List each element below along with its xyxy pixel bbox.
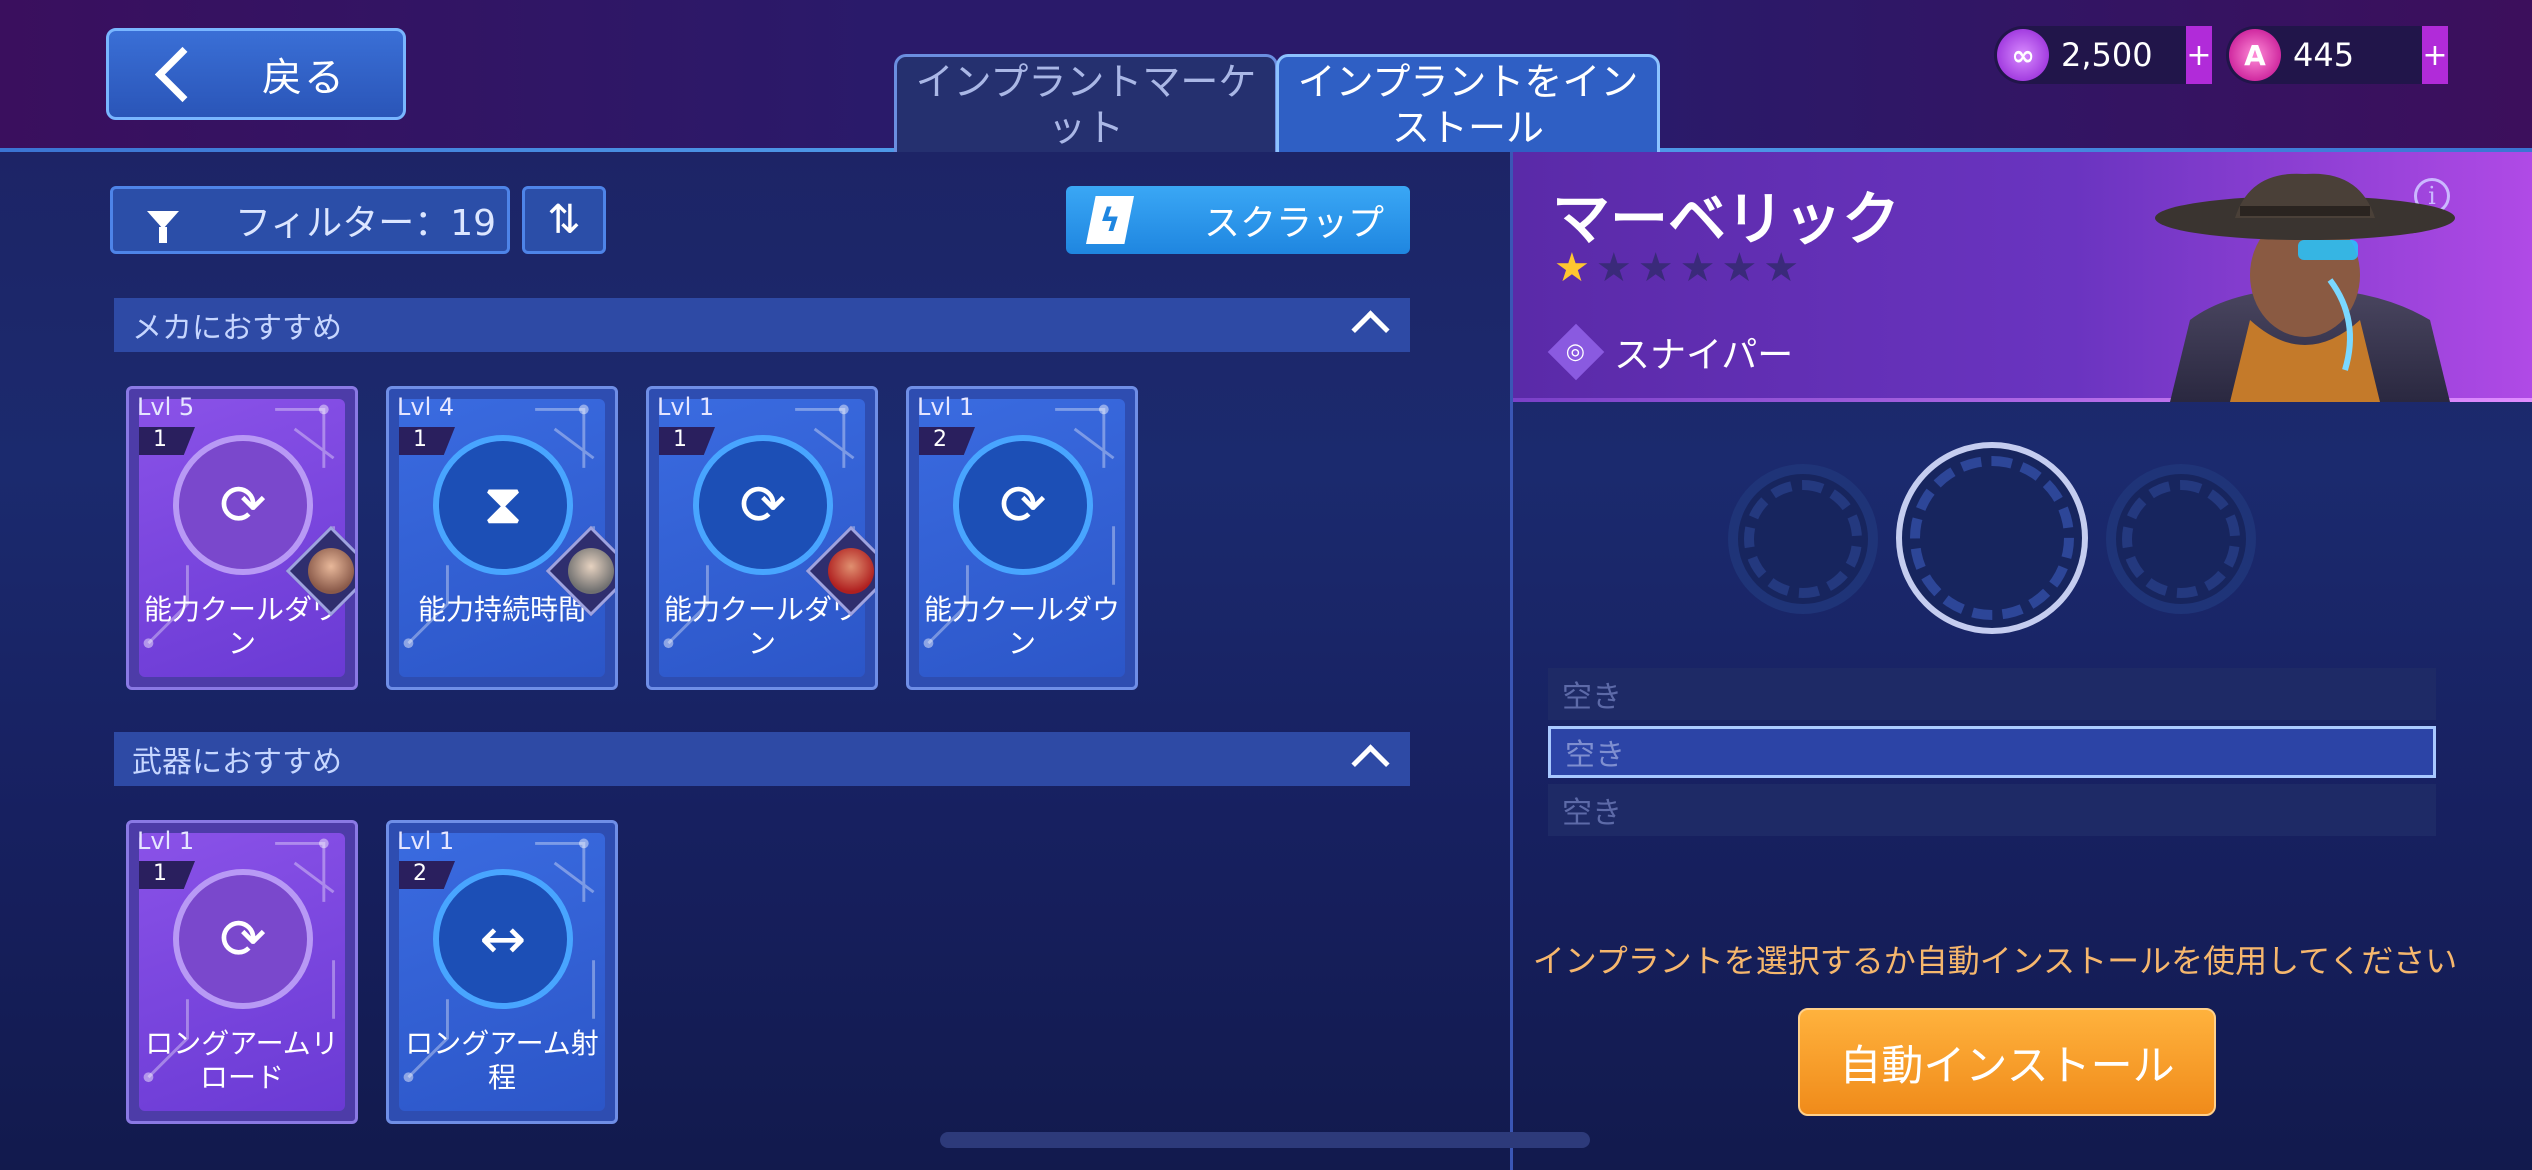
- star-empty-icon: ★: [1595, 245, 1632, 291]
- card-name: ロングアーム射程: [405, 1027, 599, 1094]
- back-label: 戻る: [262, 55, 346, 101]
- star-empty-icon: ★: [1763, 245, 1800, 291]
- role-label: スナイパー: [1614, 335, 1794, 376]
- card-level: Lvl 1: [397, 827, 455, 855]
- sniper-role-icon: ◎: [1547, 323, 1605, 381]
- star-empty-icon: ★: [1679, 245, 1716, 291]
- implant-emblem-icon: ↔: [433, 869, 573, 1009]
- implant-emblem-icon: ⧗: [433, 435, 573, 575]
- implant-emblem-icon: ⟳: [693, 435, 833, 575]
- a-token-icon: A: [2229, 29, 2281, 81]
- filter-icon: [147, 211, 179, 243]
- card-name: 能力クールダウン: [923, 593, 1120, 660]
- tab-install-implant[interactable]: インプラントをインストール: [1276, 54, 1660, 152]
- section-header-mech[interactable]: メカにおすすめ: [114, 298, 1410, 352]
- horizontal-scrollbar[interactable]: [940, 1132, 1590, 1148]
- add-link-coins-button[interactable]: +: [2186, 26, 2212, 84]
- section-title: メカにおすすめ: [132, 311, 342, 346]
- install-hint: インプラントを選択するか自動インストールを使用してください: [1532, 942, 2458, 980]
- card-level: Lvl 4: [397, 393, 455, 421]
- chevron-left-icon: [154, 46, 211, 102]
- card-level: Lvl 1: [917, 393, 975, 421]
- scrap-icon: ϟ: [1086, 196, 1134, 244]
- implant-emblem-icon: ⟳: [173, 435, 313, 575]
- scrap-label: スクラップ: [1204, 203, 1385, 244]
- implant-card[interactable]: Lvl 5 1 ⟳ 能力クールダウン: [126, 386, 358, 690]
- hero-role: ◎ スナイパー: [1547, 323, 1794, 381]
- filter-label: フィルター：19: [235, 203, 497, 244]
- slot-row-2[interactable]: 空き: [1548, 726, 2436, 778]
- filter-button[interactable]: フィルター：19: [110, 186, 510, 254]
- auto-install-button[interactable]: 自動インストール: [1798, 1008, 2216, 1116]
- chevron-up-icon: [1351, 310, 1390, 349]
- currency-link-coins: ∞ 2,500 +: [1994, 26, 2212, 84]
- section-header-weapon[interactable]: 武器におすすめ: [114, 732, 1410, 786]
- tab-implant-market[interactable]: インプラントマーケット: [894, 54, 1278, 152]
- card-level: Lvl 1: [657, 393, 715, 421]
- sort-button[interactable]: ⇅: [522, 186, 606, 254]
- implant-card[interactable]: Lvl 4 1 ⧗ 能力持続時間: [386, 386, 618, 690]
- star-empty-icon: ★: [1637, 245, 1674, 291]
- implant-card[interactable]: Lvl 1 1 ⟳ 能力クールダウン: [646, 386, 878, 690]
- implant-card[interactable]: Lvl 1 1 ⟳ ロングアームリロード: [126, 820, 358, 1124]
- implant-slot-1[interactable]: [1728, 464, 1878, 614]
- add-a-tokens-button[interactable]: +: [2422, 26, 2448, 84]
- hero-portrait: [2155, 173, 2455, 402]
- hero-name: マーベリック: [1552, 185, 1901, 253]
- section-title: 武器におすすめ: [132, 745, 342, 780]
- card-level: Lvl 1: [137, 827, 195, 855]
- implant-emblem-icon: ⟳: [953, 435, 1093, 575]
- currency-value: 445: [2293, 36, 2355, 74]
- star-filled-icon: ★: [1554, 245, 1590, 291]
- implant-emblem-icon: ⟳: [173, 869, 313, 1009]
- slot-row-3[interactable]: 空き: [1548, 784, 2436, 836]
- currency-value: 2,500: [2061, 36, 2153, 74]
- implant-slot-2[interactable]: [1896, 442, 2088, 634]
- scrap-button[interactable]: ϟ スクラップ: [1066, 186, 1410, 254]
- card-name: ロングアームリロード: [145, 1027, 339, 1094]
- star-empty-icon: ★: [1721, 245, 1758, 291]
- back-button[interactable]: 戻る: [106, 28, 406, 120]
- implant-slot-3[interactable]: [2106, 464, 2256, 614]
- implant-card[interactable]: Lvl 1 2 ↔ ロングアーム射程: [386, 820, 618, 1124]
- sort-arrows-icon: ⇅: [547, 197, 581, 243]
- currency-a-tokens: A 445 +: [2226, 26, 2448, 84]
- slot-row-1[interactable]: 空き: [1548, 668, 2436, 720]
- link-coin-icon: ∞: [1997, 29, 2049, 81]
- chevron-up-icon: [1351, 744, 1390, 783]
- card-level: Lvl 5: [137, 393, 195, 421]
- star-rating: ★ ★ ★ ★ ★ ★: [1554, 248, 1799, 288]
- implant-card[interactable]: Lvl 1 2 ⟳ 能力クールダウン: [906, 386, 1138, 690]
